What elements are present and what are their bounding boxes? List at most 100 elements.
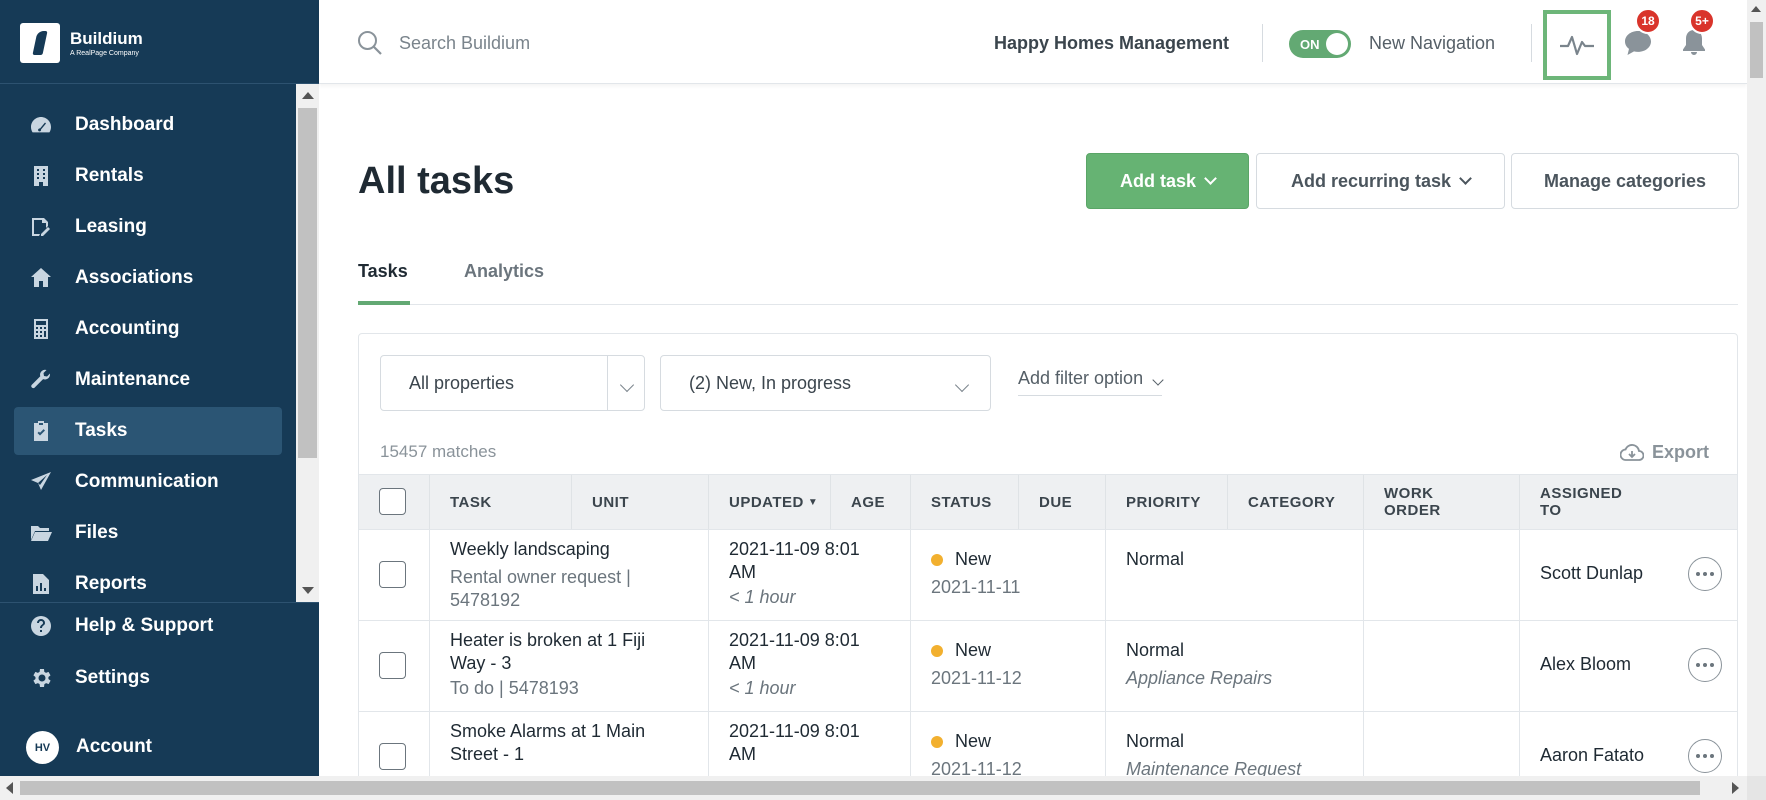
column-header-label: ORDER xyxy=(1384,502,1441,519)
chevron-down-icon xyxy=(954,374,970,395)
sidebar-item-label: Leasing xyxy=(75,216,147,237)
assigned-to: Aaron Fatato xyxy=(1540,745,1645,765)
column-header-task[interactable]: TASK xyxy=(429,475,571,529)
row-more-options-button[interactable] xyxy=(1688,557,1722,591)
column-header-label: CATEGORY xyxy=(1248,493,1336,511)
due-date: 2021-11-12 xyxy=(931,668,1022,688)
table-row[interactable]: Smoke Alarms at 1 Main Street - 1 2021-11… xyxy=(359,712,1737,776)
page-vertical-scrollbar[interactable] xyxy=(1747,0,1766,776)
priority: Normal xyxy=(1126,640,1185,660)
sidebar-item-maintenance[interactable]: Maintenance xyxy=(14,356,282,404)
property-filter-value: All properties xyxy=(409,373,515,393)
activity-pulse-icon xyxy=(1560,35,1594,56)
row-more-options-button[interactable] xyxy=(1688,739,1722,773)
manage-categories-button[interactable]: Manage categories xyxy=(1511,153,1739,209)
reports-icon xyxy=(28,572,54,596)
column-header-due[interactable]: DUE xyxy=(1018,475,1105,529)
task-title-link[interactable]: Weekly landscaping xyxy=(450,538,610,561)
sidebar-item-tasks[interactable]: Tasks xyxy=(14,407,282,455)
property-filter-select[interactable]: All properties xyxy=(380,355,645,411)
task-title-link[interactable]: Smoke Alarms at 1 Main Street - 1 xyxy=(450,720,645,766)
row-checkbox[interactable] xyxy=(379,743,406,770)
chevron-down-icon xyxy=(1152,374,1164,386)
add-filter-label: Add filter option xyxy=(1018,368,1144,388)
sidebar-item-settings[interactable]: Settings xyxy=(14,654,282,702)
sidebar-nav: Dashboard Rentals Leasing Associations A… xyxy=(0,84,296,602)
buildium-logo[interactable]: Buildium A RealPage Company xyxy=(20,22,143,64)
sidebar-item-reports[interactable]: Reports xyxy=(14,560,282,602)
task-age: < 1 hour xyxy=(729,678,796,698)
scroll-right-arrow-icon[interactable] xyxy=(1732,782,1739,794)
select-divider xyxy=(607,356,608,410)
scroll-up-arrow-icon[interactable] xyxy=(1751,6,1761,12)
messages-button[interactable]: 18 xyxy=(1619,8,1661,62)
column-header-label: WORK xyxy=(1384,485,1434,502)
due-date: 2021-11-11 xyxy=(931,577,1021,597)
add-recurring-task-button[interactable]: Add recurring task xyxy=(1256,153,1505,209)
search-input[interactable] xyxy=(399,28,719,58)
sidebar-item-help[interactable]: Help & Support xyxy=(14,602,282,650)
export-button[interactable]: Export xyxy=(1619,442,1709,463)
column-header-age[interactable]: AGE xyxy=(830,475,910,529)
horizontal-scroll-thumb[interactable] xyxy=(20,781,1700,795)
sidebar-item-files[interactable]: Files xyxy=(14,509,282,557)
top-header: Happy Homes Management ON New Navigation… xyxy=(319,0,1747,84)
sidebar-item-label: Maintenance xyxy=(75,369,191,390)
company-name[interactable]: Happy Homes Management xyxy=(994,33,1229,54)
column-header-label: TO xyxy=(1540,502,1562,519)
avatar[interactable]: HV xyxy=(26,731,59,764)
toggle-state-label: ON xyxy=(1300,37,1320,52)
add-filter-option-button[interactable]: Add filter option xyxy=(1018,368,1164,396)
table-row[interactable]: Heater is broken at 1 Fiji Way - 3 To do … xyxy=(359,621,1737,712)
task-title-link[interactable]: Heater is broken at 1 Fiji Way - 3 xyxy=(450,629,645,675)
scroll-down-arrow-icon[interactable] xyxy=(302,587,314,594)
status-filter-value: (2) New, In progress xyxy=(689,373,852,393)
tab-analytics[interactable]: Analytics xyxy=(464,261,554,305)
sidebar-item-communication[interactable]: Communication xyxy=(14,458,282,506)
page-horizontal-scrollbar[interactable] xyxy=(0,776,1747,800)
sidebar-item-leasing[interactable]: Leasing xyxy=(14,203,282,251)
column-header-priority[interactable]: PRIORITY xyxy=(1105,475,1227,529)
sidebar-item-associations[interactable]: Associations xyxy=(14,254,282,302)
sidebar-scroll-thumb[interactable] xyxy=(298,108,317,458)
tab-tasks[interactable]: Tasks xyxy=(358,261,410,305)
column-header-assigned-to[interactable]: ASSIGNED TO xyxy=(1519,475,1737,529)
sidebar-scrollbar[interactable] xyxy=(296,84,319,602)
status-dot-icon xyxy=(931,736,943,749)
add-task-button[interactable]: Add task xyxy=(1086,153,1249,209)
sidebar-item-rentals[interactable]: Rentals xyxy=(14,152,282,200)
row-more-options-button[interactable] xyxy=(1688,648,1722,682)
column-header-work-order[interactable]: WORK ORDER xyxy=(1363,475,1519,529)
status-filter-select[interactable]: (2) New, In progress xyxy=(660,355,991,411)
scroll-left-arrow-icon[interactable] xyxy=(6,782,13,794)
sidebar-item-label: Communication xyxy=(75,471,219,492)
column-header-status[interactable]: STATUS xyxy=(910,475,1018,529)
messages-badge: 18 xyxy=(1635,8,1661,34)
column-header-unit[interactable]: UNIT xyxy=(571,475,708,529)
page-scroll-thumb[interactable] xyxy=(1750,22,1763,78)
sidebar-item-label: Account xyxy=(76,736,152,757)
sidebar-item-accounting[interactable]: Accounting xyxy=(14,305,282,353)
status-badge: New xyxy=(931,548,991,571)
row-checkbox[interactable] xyxy=(379,652,406,679)
main-content: All tasks Add task Add recurring task Ma… xyxy=(319,85,1747,776)
sidebar-item-label: Accounting xyxy=(75,318,180,339)
notifications-button[interactable]: 5+ xyxy=(1675,8,1715,62)
scroll-up-arrow-icon[interactable] xyxy=(302,92,314,99)
status-badge: New xyxy=(931,730,991,753)
activity-pulse-button[interactable] xyxy=(1543,10,1611,80)
row-checkbox[interactable] xyxy=(379,561,406,588)
paper-plane-icon xyxy=(28,470,54,494)
column-header-updated[interactable]: UPDATED ▼ xyxy=(708,475,830,529)
tab-label: Analytics xyxy=(464,261,545,281)
select-all-checkbox[interactable] xyxy=(379,488,406,515)
due-date: 2021-11-12 xyxy=(931,759,1022,776)
column-header-category[interactable]: CATEGORY xyxy=(1227,475,1363,529)
sidebar-item-dashboard[interactable]: Dashboard xyxy=(14,101,282,149)
header-divider xyxy=(1262,24,1263,62)
updated-date: 2021-11-09 8:01 AM xyxy=(729,539,860,582)
sidebar-item-label: Tasks xyxy=(75,420,128,441)
table-row[interactable]: Weekly landscaping Rental owner request … xyxy=(359,530,1737,621)
chevron-down-icon xyxy=(1459,172,1472,185)
new-navigation-toggle[interactable]: ON xyxy=(1289,30,1351,58)
